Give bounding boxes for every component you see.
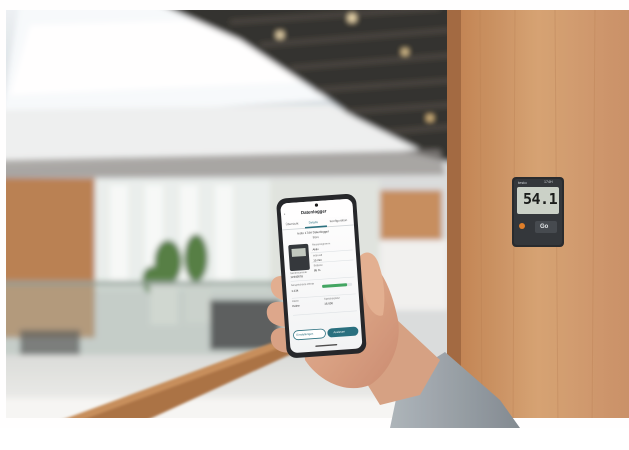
photo-scene bbox=[0, 0, 629, 428]
